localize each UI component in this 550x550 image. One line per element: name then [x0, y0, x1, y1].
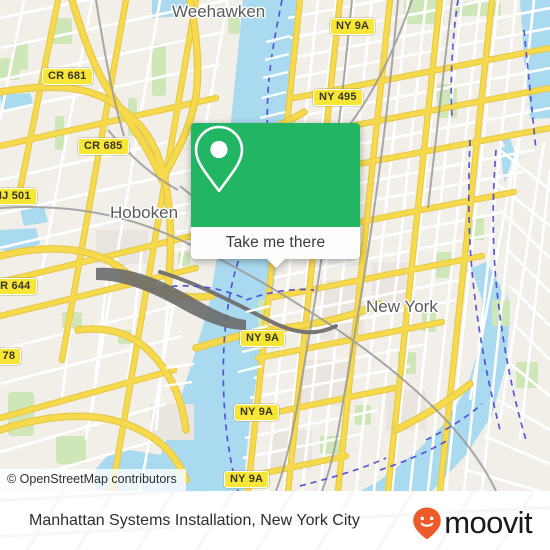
popup-tail: [265, 258, 286, 268]
bottom-bar: Manhattan Systems Installation, New York…: [0, 491, 550, 550]
road-shield-nj-501: NJ 501: [0, 188, 37, 205]
road-shield-cr-644: CR 644: [0, 278, 37, 295]
moovit-wordmark: moovit: [444, 505, 532, 540]
popup-footer[interactable]: Take me there: [191, 227, 360, 268]
moovit-brand[interactable]: moovit: [411, 505, 533, 540]
map-screenshot: Weehawken Hoboken New York CR 681 CR 685…: [0, 0, 550, 550]
road-shield-ny-9a-bottom: NY 9A: [224, 471, 270, 488]
place-label-hoboken: Hoboken: [110, 203, 179, 222]
road-shield-ny-9a-north: NY 9A: [330, 18, 376, 35]
road-shield-i-78: I 78: [0, 348, 22, 365]
popup-header: [191, 123, 360, 227]
place-label-new-york: New York: [366, 297, 438, 316]
take-me-there-button[interactable]: Take me there: [226, 234, 326, 252]
moovit-smiley-pin-icon: [413, 507, 442, 539]
map-pin-icon: [194, 125, 244, 193]
road-shield-ny-495: NY 495: [313, 89, 363, 106]
location-popup-card[interactable]: Take me there: [191, 123, 360, 268]
place-label-weehawken: Weehawken: [172, 2, 266, 21]
road-shield-cr-685: CR 685: [78, 138, 129, 155]
osm-attribution[interactable]: © OpenStreetMap contributors: [0, 469, 186, 491]
road-shield-ny-9a-lower: NY 9A: [234, 404, 280, 421]
road-shield-cr-681: CR 681: [42, 68, 93, 85]
location-title: Manhattan Systems Installation, New York…: [29, 511, 360, 529]
map-canvas[interactable]: Weehawken Hoboken New York CR 681 CR 685…: [0, 0, 550, 491]
road-shield-ny-9a-mid: NY 9A: [240, 330, 286, 347]
